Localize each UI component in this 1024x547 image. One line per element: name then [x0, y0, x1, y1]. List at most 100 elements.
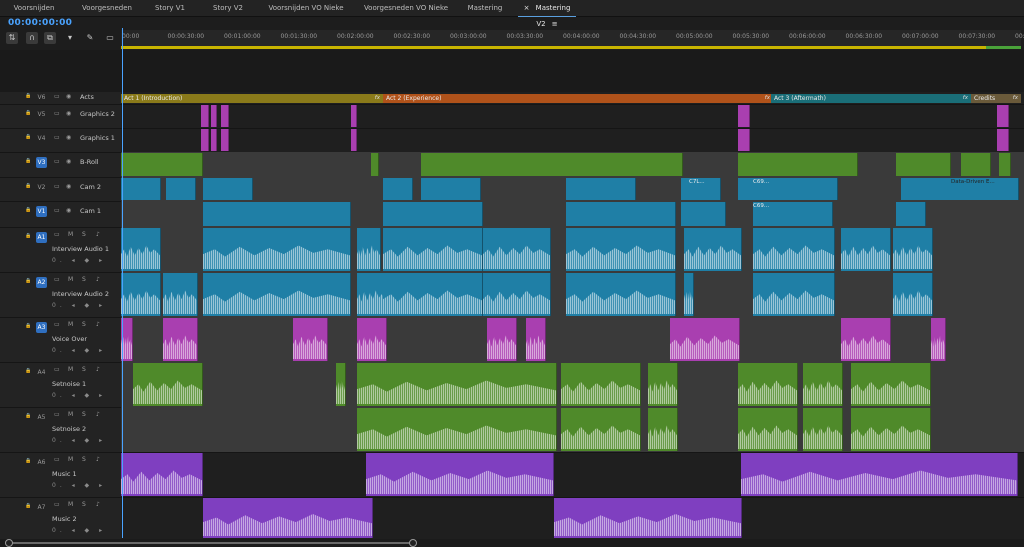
timeline-clip[interactable]	[997, 105, 1009, 127]
timeline-clip[interactable]	[851, 408, 931, 451]
sync-lock-icon[interactable]: ▭	[54, 366, 60, 373]
lane-v4[interactable]	[121, 128, 1024, 153]
timeline-clip[interactable]	[931, 318, 946, 361]
timeline-clip[interactable]	[738, 129, 750, 151]
timeline-clip[interactable]	[366, 453, 554, 496]
timeline-clip[interactable]	[371, 153, 379, 176]
sync-lock-icon[interactable]: ▭	[54, 276, 60, 283]
timeline-clip[interactable]	[221, 129, 229, 151]
lane-v2[interactable]: C7L... C69... Data-Driven E...	[121, 177, 1024, 202]
scroll-handle-left[interactable]	[5, 539, 13, 547]
timeline-clip[interactable]	[997, 129, 1009, 151]
track-target-v6[interactable]: V6	[36, 92, 47, 103]
tab-mastering-v2[interactable]: × Mastering V2 ≡	[518, 0, 576, 28]
timeline-clip[interactable]	[738, 105, 750, 127]
microphone-icon[interactable]: ♪	[96, 366, 100, 373]
keyframe-controls[interactable]: 0. ◂ ◆ ▸	[52, 527, 106, 534]
lane-a1[interactable]	[121, 227, 1024, 273]
timeline-clip[interactable]	[648, 408, 678, 451]
lane-v5[interactable]	[121, 104, 1024, 129]
timeline-clip[interactable]	[566, 228, 676, 271]
timeline-clip[interactable]	[203, 273, 351, 316]
lock-icon[interactable]: 🔒	[25, 323, 31, 329]
mute-button[interactable]: M	[68, 321, 73, 328]
timeline-clip[interactable]	[738, 153, 858, 176]
timeline-clip[interactable]	[566, 178, 636, 200]
track-target-a5[interactable]: A5	[36, 412, 47, 423]
sync-lock-icon[interactable]: ▭	[54, 231, 60, 238]
timeline-clip[interactable]	[351, 105, 357, 127]
film-icon[interactable]: ▭	[54, 110, 60, 117]
solo-button[interactable]: S	[82, 501, 86, 508]
timeline-clip[interactable]	[901, 178, 951, 200]
marker-icon[interactable]: ▾	[64, 32, 76, 44]
track-target-a1[interactable]: A1	[36, 232, 47, 243]
track-target-v3[interactable]: V3	[36, 157, 47, 168]
lock-icon[interactable]: 🔒	[25, 278, 31, 284]
timeline-clip[interactable]	[383, 178, 413, 200]
timeline-clip[interactable]	[684, 273, 694, 316]
timeline-clip[interactable]	[121, 153, 203, 176]
keyframe-controls[interactable]: 0. ◂ ◆ ▸	[52, 437, 106, 444]
mute-button[interactable]: M	[68, 366, 73, 373]
track-target-a2[interactable]: A2	[36, 277, 47, 288]
lock-icon[interactable]: 🔒	[25, 458, 31, 464]
track-target-v1[interactable]: V1	[36, 206, 47, 217]
microphone-icon[interactable]: ♪	[96, 321, 100, 328]
timeline-clip[interactable]	[566, 202, 676, 226]
microphone-icon[interactable]: ♪	[96, 276, 100, 283]
timeline-clip[interactable]	[357, 408, 557, 451]
captions-icon[interactable]: ▭	[104, 32, 116, 44]
timeline-clip[interactable]	[961, 153, 991, 176]
timeline-clip[interactable]	[121, 228, 161, 271]
timeline-clip[interactable]	[121, 178, 161, 200]
act-marker-2[interactable]: Act 2 (Experience) fx	[383, 94, 773, 103]
lock-icon[interactable]: 🔒	[25, 110, 31, 116]
timeline-clip[interactable]	[221, 105, 229, 127]
lane-a7[interactable]	[121, 497, 1024, 540]
lane-a3[interactable]	[121, 317, 1024, 363]
tab-mastering[interactable]: Mastering	[464, 0, 506, 16]
microphone-icon[interactable]: ♪	[96, 501, 100, 508]
track-target-a3[interactable]: A3	[36, 322, 47, 333]
solo-button[interactable]: S	[82, 321, 86, 328]
eye-icon[interactable]: ◉	[66, 110, 71, 117]
timeline-clip[interactable]	[841, 318, 891, 361]
timeline-clip[interactable]	[203, 498, 373, 538]
mute-button[interactable]: M	[68, 411, 73, 418]
timeline-clip[interactable]	[163, 318, 198, 361]
timeline-clip[interactable]	[753, 273, 835, 316]
lane-a2[interactable]	[121, 272, 1024, 318]
scrollbar-thumb[interactable]	[8, 542, 413, 544]
lane-v1[interactable]: C69...	[121, 201, 1024, 228]
timeline-clip[interactable]	[893, 228, 933, 271]
timeline-clip[interactable]	[999, 153, 1011, 176]
sync-lock-icon[interactable]: ▭	[54, 456, 60, 463]
microphone-icon[interactable]: ♪	[96, 456, 100, 463]
keyframe-controls[interactable]: 0. ◂ ◆ ▸	[52, 257, 106, 264]
lock-icon[interactable]: 🔒	[25, 368, 31, 374]
lane-a6[interactable]	[121, 452, 1024, 498]
timeline-clip[interactable]	[351, 129, 357, 151]
track-target-a7[interactable]: A7	[36, 502, 47, 513]
keyframe-controls[interactable]: 0. ◂ ◆ ▸	[52, 482, 106, 489]
film-icon[interactable]: ▭	[54, 93, 60, 100]
linked-selection-icon[interactable]: ⧉	[44, 32, 56, 44]
lock-icon[interactable]: 🔒	[25, 207, 31, 213]
mute-button[interactable]: M	[68, 231, 73, 238]
timeline-clip[interactable]	[670, 318, 740, 361]
film-icon[interactable]: ▭	[54, 134, 60, 141]
wrench-icon[interactable]: ✎	[84, 32, 96, 44]
act-marker-1[interactable]: Act 1 (Introduction) fx	[121, 94, 383, 103]
work-area-bar[interactable]	[121, 46, 1021, 49]
tab-voorsnijden-vo-nieke[interactable]: Voorsnijden VO Nieke	[262, 0, 350, 16]
timeline-clip[interactable]	[841, 228, 891, 271]
tab-voorgesneden[interactable]: Voorgesneden	[72, 0, 142, 16]
sync-lock-icon[interactable]: ▭	[54, 501, 60, 508]
lane-a4[interactable]	[121, 362, 1024, 408]
track-lanes[interactable]: Act 1 (Introduction) fx Act 2 (Experience)…	[121, 92, 1024, 540]
timeline-clip[interactable]	[357, 318, 387, 361]
keyframe-controls[interactable]: 0. ◂ ◆ ▸	[52, 302, 106, 309]
timeline-clip[interactable]	[293, 318, 328, 361]
timeline-clip[interactable]	[383, 228, 483, 271]
